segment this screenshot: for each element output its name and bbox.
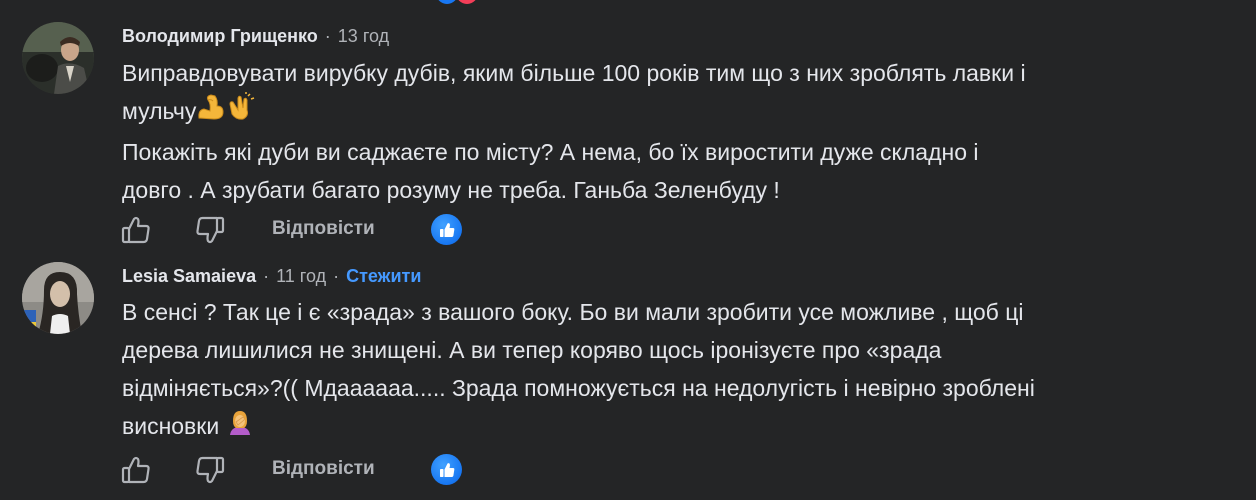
meta-separator: · <box>263 265 270 286</box>
comment-text: В сенсі ? Так це і є «зрада» з вашого бо… <box>122 293 1232 447</box>
comment-line: відміняється»?(( Мдаааааа..... Зрада пом… <box>122 375 1035 401</box>
author-name[interactable]: Володимир Грищенко <box>122 26 318 47</box>
reply-button[interactable]: Відповісти <box>272 458 375 480</box>
reply-button[interactable]: Відповісти <box>272 218 375 240</box>
comment-line: В сенсі ? Так це і є «зрада» з вашого бо… <box>122 299 1024 325</box>
avatar[interactable] <box>22 262 94 334</box>
comment-line: Покажіть які дуби ви саджаєте по місту? … <box>122 139 979 166</box>
like-reaction-icon[interactable] <box>431 454 462 485</box>
thumbs-down-icon[interactable] <box>194 454 226 486</box>
flexed-biceps-icon <box>196 92 226 133</box>
comment-timestamp[interactable]: 13 год <box>338 26 389 47</box>
comment-line: мульчу <box>122 92 1232 133</box>
thumbs-up-icon[interactable] <box>120 454 152 486</box>
comment-text: Виправдовувати вирубку дубів, яким більш… <box>122 54 1232 209</box>
meta-separator: · <box>333 265 340 286</box>
comment-line: висновки <box>122 407 1232 447</box>
follow-button[interactable]: Стежити <box>346 266 421 287</box>
comment-line: дерева лишилися не знищені. А ви тепер к… <box>122 337 942 363</box>
thumbs-up-icon[interactable] <box>120 214 152 246</box>
meta-separator: · <box>324 25 331 46</box>
previous-reactions-remnant <box>436 0 496 4</box>
author-name[interactable]: Lesia Samaieva <box>122 266 256 287</box>
avatar[interactable] <box>22 22 94 94</box>
thumbs-down-icon[interactable] <box>194 214 226 246</box>
comment-meta: Володимир Грищенко · 13 год <box>122 24 389 48</box>
comment-line-text: висновки <box>122 413 220 439</box>
person-facepalming-icon <box>226 408 254 447</box>
comment-line-text: мульчу <box>122 98 197 124</box>
comment-timestamp[interactable]: 11 год <box>276 266 326 287</box>
clapping-hands-icon <box>226 92 256 133</box>
comment-actions: Відповісти <box>120 210 480 250</box>
comment-line: довго . А зрубати багато розуму не треба… <box>122 177 780 204</box>
comment-line: Виправдовувати вирубку дубів, яким більш… <box>122 60 1026 86</box>
comment-meta: Lesia Samaieva · 11 год · Стежити <box>122 264 421 288</box>
like-reaction-icon[interactable] <box>431 214 462 245</box>
comment-actions: Відповісти <box>120 450 480 490</box>
